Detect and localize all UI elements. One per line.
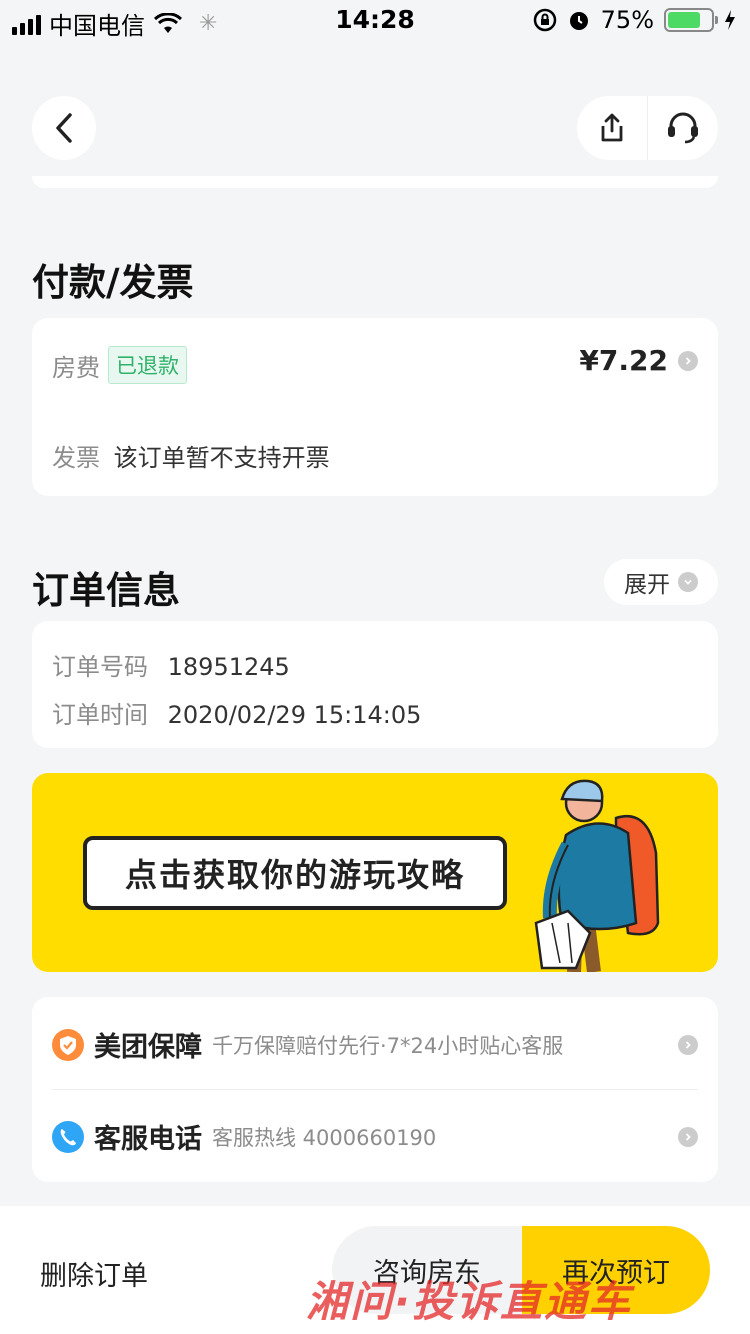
phone-title: 客服电话 [94,1124,202,1155]
rotation-lock-icon [533,8,556,32]
room-fee-label: 房费 [52,353,100,382]
order-time-row: 订单时间 2020/02/29 15:14:05 [52,695,421,730]
room-fee-amount: ¥7.22 [579,344,668,377]
alarm-icon [569,12,588,30]
chevron-right-icon [678,1126,698,1147]
order-number-label: 订单号码 [52,653,148,681]
room-fee-amount-link[interactable]: ¥7.22 [579,344,698,377]
order-number-row: 订单号码 18951245 [52,647,290,682]
previous-card-edge [32,176,718,188]
phone-icon [52,1120,84,1153]
customer-service-phone-row[interactable]: 客服电话 客服热线 4000660190 [52,1117,698,1156]
guarantee-subtitle: 千万保障赔付先行·7*24小时贴心客服 [212,1033,564,1058]
headset-icon [668,112,698,144]
battery-percent: 75% [600,6,654,34]
expand-label: 展开 [624,572,670,598]
travel-guide-banner[interactable]: 点击获取你的游玩攻略 [32,773,718,972]
watermark: 湘问·投诉直通车 [306,1277,632,1326]
room-fee-row: 房费 已退款 [52,346,187,384]
share-button[interactable] [577,96,647,160]
order-time-value: 2020/02/29 15:14:05 [167,701,422,729]
guarantee-title: 美团保障 [94,1032,202,1063]
chevron-right-icon [678,1034,698,1055]
payment-card: 房费 已退款 ¥7.22 发票 该订单暂不支持开票 [32,318,718,496]
order-section-title: 订单信息 [32,569,180,612]
invoice-label: 发票 [52,444,100,472]
invoice-row: 发票 该订单暂不支持开票 [52,438,330,473]
banner-text: 点击获取你的游玩攻略 [83,836,507,910]
share-icon [601,113,623,142]
status-right: 75% [533,6,736,34]
phone-subtitle: 客服热线 4000660190 [212,1125,437,1150]
service-card: 美团保障 千万保障赔付先行·7*24小时贴心客服 客服电话 客服热线 40006… [32,997,718,1182]
service-divider [52,1089,698,1090]
invoice-text: 该订单暂不支持开票 [113,444,330,472]
meituan-guarantee-row[interactable]: 美团保障 千万保障赔付先行·7*24小时贴心客服 [52,1025,698,1064]
order-card: 订单号码 18951245 订单时间 2020/02/29 15:14:05 [32,621,718,748]
delete-order-button[interactable]: 删除订单 [40,1254,148,1293]
expand-button[interactable]: 展开 [604,559,718,605]
order-number-value: 18951245 [167,653,290,681]
shield-check-icon [52,1028,84,1061]
chevron-down-icon [678,572,698,592]
order-time-label: 订单时间 [52,701,148,729]
battery-fill [668,12,700,28]
nav-actions [577,96,718,160]
back-button[interactable] [32,96,96,160]
chevron-right-icon [678,350,698,371]
payment-section-title: 付款/发票 [32,261,194,304]
chevron-left-icon [56,113,72,143]
charging-icon [725,10,735,30]
refund-status-badge: 已退款 [108,346,187,384]
status-bar: 中国电信 ✳ 14:28 75% [0,0,750,40]
battery-icon [664,8,718,32]
backpacker-illustration [534,779,660,972]
customer-service-button[interactable] [648,96,718,160]
